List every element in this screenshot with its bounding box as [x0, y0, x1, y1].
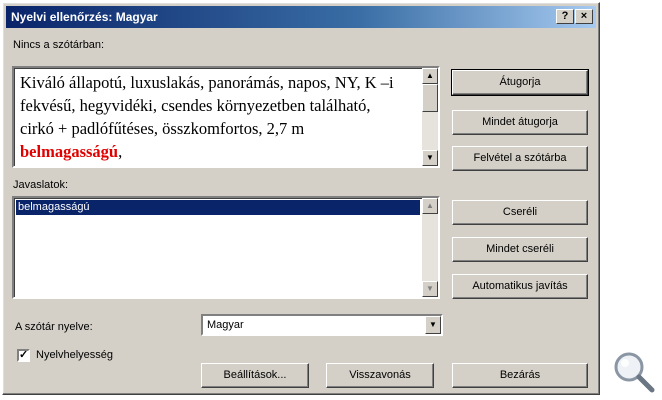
ignore-all-button-label: Mindet átugorja — [482, 116, 558, 128]
magnifier-icon[interactable] — [610, 348, 658, 396]
scroll-up-arrow-icon[interactable]: ▲ — [422, 198, 438, 214]
undo-button[interactable]: Visszavonás — [326, 363, 434, 388]
scroll-thumb[interactable] — [422, 84, 438, 112]
close-button[interactable]: Bezárás — [452, 363, 588, 388]
change-button-label: Cseréli — [502, 206, 538, 218]
close-icon[interactable]: × — [575, 9, 593, 24]
ignore-button-label: Átugorja — [499, 76, 541, 88]
suggestions-scrollbar[interactable]: ▲ ▼ — [422, 198, 438, 297]
suggestions-list[interactable]: belmagasságú ▲ ▼ — [12, 196, 440, 299]
change-all-button-label: Mindet cseréli — [486, 243, 554, 255]
sentence-before-error: Kiváló állapotú, luxuslakás, panorámás, … — [20, 73, 394, 138]
not-in-dictionary-label: Nincs a szótárban: — [13, 39, 105, 51]
scroll-down-arrow-icon[interactable]: ▼ — [422, 281, 438, 297]
undo-button-label: Visszavonás — [349, 369, 411, 381]
sentence-after-error: , — [118, 142, 123, 161]
scroll-up-arrow-icon[interactable]: ▲ — [422, 68, 438, 84]
close-button-label: Bezárás — [499, 369, 541, 381]
help-button[interactable]: ? — [556, 9, 574, 24]
ignore-all-button[interactable]: Mindet átugorja — [452, 110, 588, 135]
add-to-dictionary-button[interactable]: Felvétel a szótárba — [452, 146, 588, 171]
dictionary-language-select[interactable]: Magyar ▼ — [201, 314, 443, 336]
autocorrect-button[interactable]: Automatikus javítás — [452, 274, 588, 299]
grammar-check-label[interactable]: Nyelvhelyesség — [36, 349, 113, 361]
grammar-checkbox[interactable]: ✓ — [17, 349, 30, 362]
options-button-label: Beállítások... — [223, 369, 287, 381]
dictionary-language-value: Magyar — [207, 319, 244, 331]
error-word[interactable]: belmagasságú — [20, 142, 118, 161]
dropdown-arrow-icon[interactable]: ▼ — [425, 316, 441, 334]
change-button[interactable]: Cseréli — [452, 200, 588, 225]
ignore-button[interactable]: Átugorja — [451, 69, 589, 96]
not-in-dictionary-textbox[interactable]: Kiváló állapotú, luxuslakás, panorámás, … — [12, 66, 440, 168]
suggestions-label: Javaslatok: — [13, 179, 69, 191]
title-bar[interactable]: Nyelvi ellenőrzés: Magyar ? × — [6, 6, 596, 28]
dictionary-language-label: A szótár nyelve: — [15, 321, 93, 333]
scroll-down-arrow-icon[interactable]: ▼ — [422, 150, 438, 166]
change-all-button[interactable]: Mindet cseréli — [452, 237, 588, 262]
options-button[interactable]: Beállítások... — [201, 363, 309, 388]
autocorrect-button-label: Automatikus javítás — [472, 280, 568, 292]
text-scrollbar[interactable]: ▲ ▼ — [422, 68, 438, 166]
suggestion-item[interactable]: belmagasságú — [16, 200, 420, 215]
add-to-dictionary-label: Felvétel a szótárba — [473, 152, 567, 164]
spell-check-dialog: Nyelvi ellenőrzés: Magyar ? × Nincs a sz… — [2, 2, 600, 395]
dialog-title: Nyelvi ellenőrzés: Magyar — [11, 10, 158, 24]
sentence-text: Kiváló állapotú, luxuslakás, panorámás, … — [20, 71, 402, 163]
